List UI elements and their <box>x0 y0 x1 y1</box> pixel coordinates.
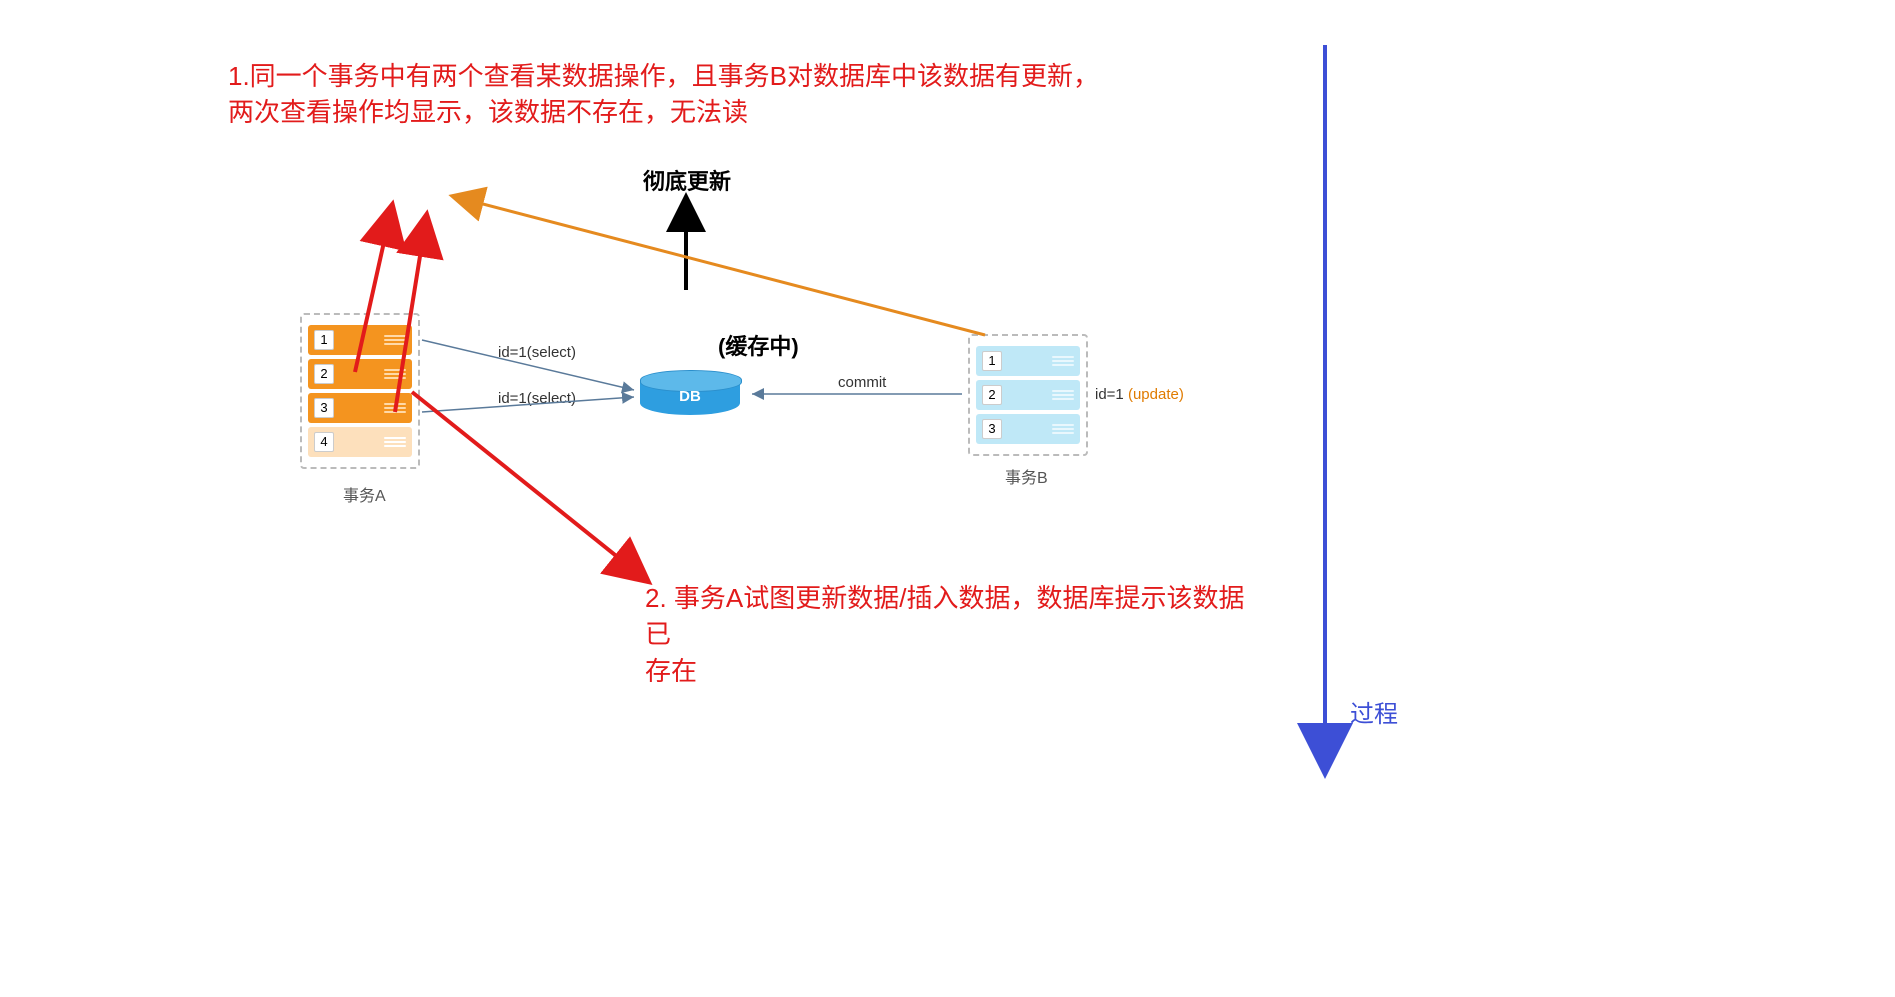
annotation-1-line2: 两次查看操作均显示，该数据不存在，无法读 <box>228 97 748 127</box>
txA-label: 事务A <box>343 482 386 506</box>
label-refresh: 彻底更新 <box>643 164 731 196</box>
label-commit: commit <box>838 374 886 391</box>
label-update-pre: id=1 <box>1095 386 1128 403</box>
txA-row-2-num: 2 <box>314 364 334 384</box>
transaction-b-box: 1 2 3 <box>968 334 1088 456</box>
annotation-2-line2: 存在 <box>645 656 697 686</box>
label-cache: (缓存中) <box>718 329 799 361</box>
arrows-overlay <box>0 0 1895 997</box>
txB-row-2: 2 <box>976 380 1080 410</box>
txA-row-3: 3 <box>308 393 412 423</box>
transaction-a-box: 1 2 3 4 <box>300 313 420 469</box>
txB-row-3-num: 3 <box>982 419 1002 439</box>
txB-row-3: 3 <box>976 414 1080 444</box>
label-select2: id=1(select) <box>498 390 576 407</box>
annotation-1: 1.同一个事务中有两个查看某数据操作，且事务B对数据库中该数据有更新， 两次查看… <box>228 58 1128 131</box>
txA-row-2: 2 <box>308 359 412 389</box>
txA-row-3-num: 3 <box>314 398 334 418</box>
txB-row-1: 1 <box>976 346 1080 376</box>
txA-row-1-num: 1 <box>314 330 334 350</box>
label-update: id=1 (update) <box>1095 386 1184 403</box>
txA-row-1: 1 <box>308 325 412 355</box>
txB-row-1-num: 1 <box>982 351 1002 371</box>
annotation-1-line1: 1.同一个事务中有两个查看某数据操作，且事务B对数据库中该数据有更新， <box>228 61 1099 91</box>
label-update-op: (update) <box>1128 386 1184 403</box>
txA-row-4-num: 4 <box>314 432 334 452</box>
db-cylinder: DB <box>640 370 740 415</box>
label-select1: id=1(select) <box>498 344 576 361</box>
txB-row-2-num: 2 <box>982 385 1002 405</box>
annotation-2: 2. 事务A试图更新数据/插入数据，数据库提示该数据已 存在 <box>645 580 1265 689</box>
txB-label: 事务B <box>1005 464 1048 488</box>
txA-row-4: 4 <box>308 427 412 457</box>
label-process: 过程 <box>1350 694 1398 729</box>
db-label: DB <box>640 388 740 405</box>
annotation-2-line1: 2. 事务A试图更新数据/插入数据，数据库提示该数据已 <box>645 583 1244 649</box>
